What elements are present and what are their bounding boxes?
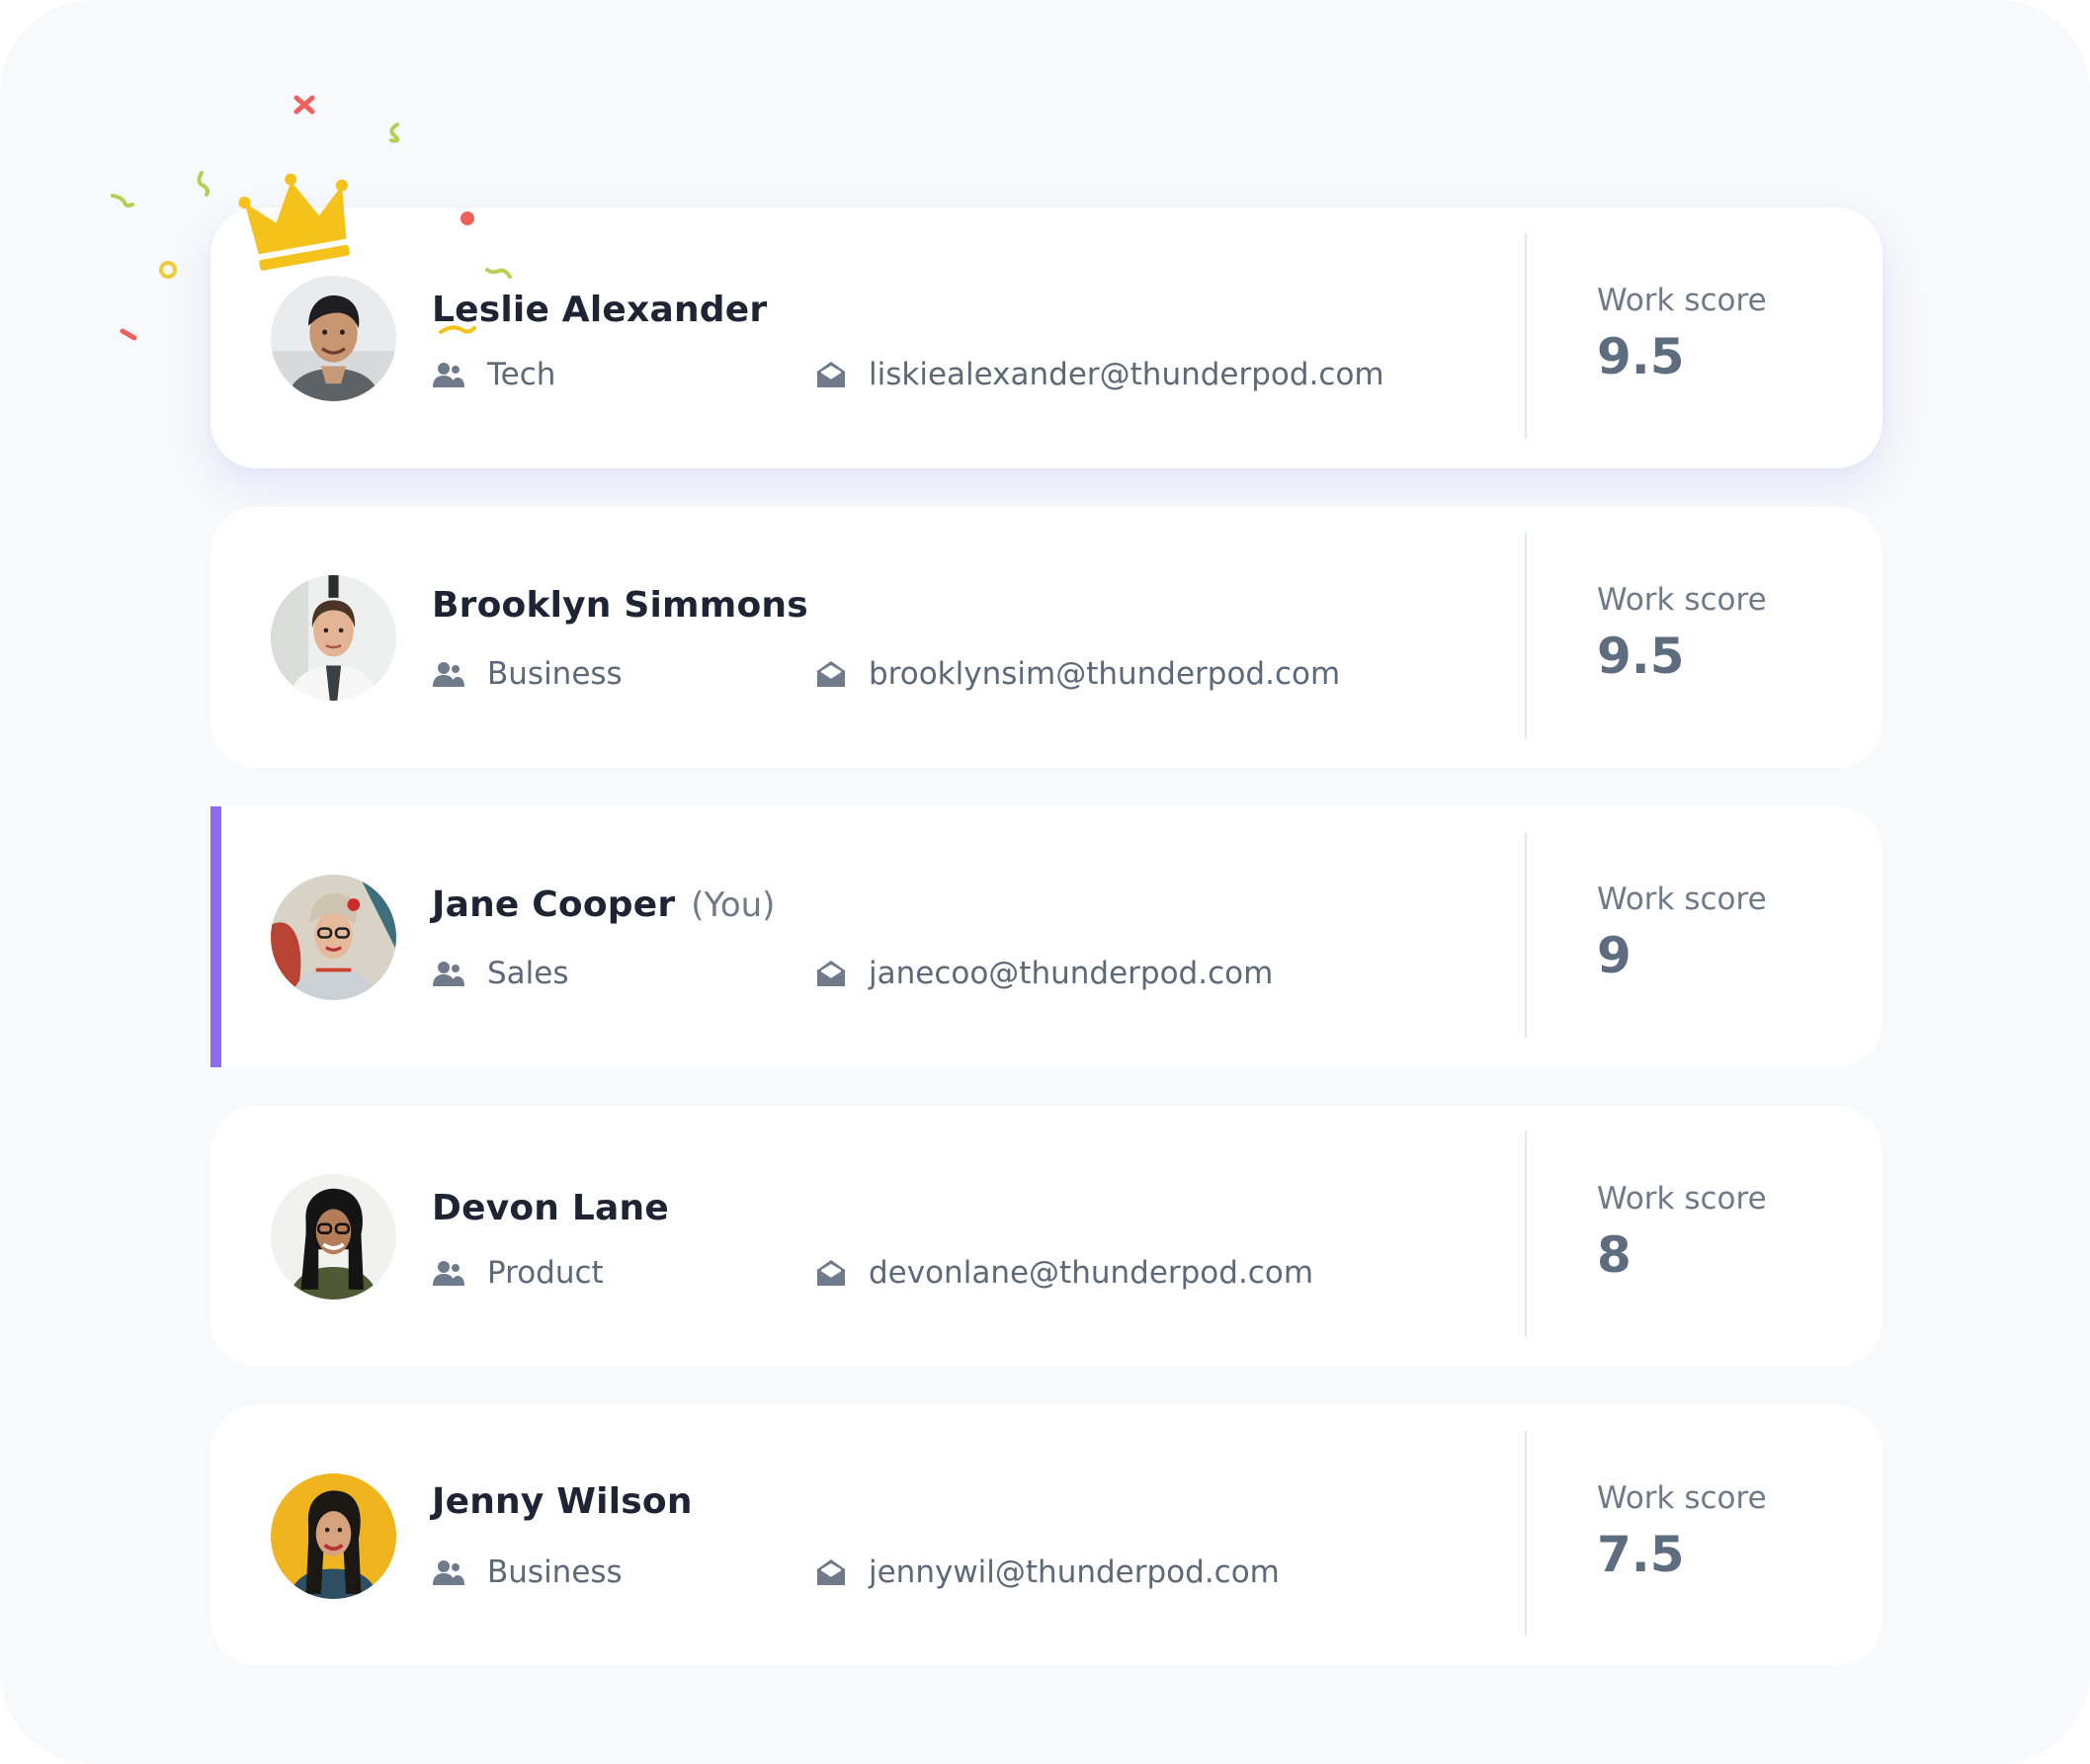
email-address[interactable]: janecoo@thunderpod.com [869, 956, 1273, 991]
leaderboard-row-3[interactable]: Jane Cooper (You) Sales janecoo@thunderpo… [210, 806, 1882, 1067]
open-envelope-icon [816, 961, 846, 986]
member-name: Devon Lane [432, 1188, 669, 1228]
department-label: Business [487, 1554, 623, 1590]
department: Business [432, 1553, 623, 1592]
open-envelope-icon [816, 1559, 846, 1585]
department: Product [432, 1253, 604, 1293]
leaderboard-row-1[interactable]: Leslie Alexander Tech liskiealexander@th… [210, 208, 1882, 468]
member-name: Jane Cooper [432, 884, 676, 925]
divider [1525, 533, 1527, 738]
department-label: Tech [487, 357, 556, 392]
member-name: Leslie Alexander [432, 290, 768, 330]
department-label: Business [487, 656, 623, 692]
department-label: Sales [487, 956, 569, 991]
avatar [271, 1473, 396, 1599]
divider [1525, 233, 1527, 439]
avatar [271, 875, 396, 1000]
score-value: 9.5 [1597, 328, 1685, 385]
score-value: 7.5 [1597, 1526, 1685, 1583]
department: Business [432, 654, 623, 694]
email-address[interactable]: jennywil@thunderpod.com [869, 1554, 1280, 1590]
you-tag: (You) [691, 885, 776, 925]
avatar [271, 575, 396, 701]
leaderboard-row-5[interactable]: Jenny Wilson Business jennywil@thunderpo… [210, 1405, 1882, 1666]
open-envelope-icon [816, 661, 846, 687]
email-address[interactable]: liskiealexander@thunderpod.com [869, 357, 1384, 392]
users-icon [433, 662, 464, 687]
score-value: 9 [1597, 927, 1631, 984]
email-address[interactable]: devonlane@thunderpod.com [869, 1255, 1313, 1291]
divider [1525, 832, 1527, 1038]
open-envelope-icon [816, 362, 846, 387]
email[interactable]: jennywil@thunderpod.com [815, 1553, 1280, 1592]
score-label: Work score [1597, 283, 1767, 318]
score-value: 9.5 [1597, 628, 1685, 685]
email[interactable]: devonlane@thunderpod.com [815, 1253, 1313, 1293]
email-address[interactable]: brooklynsim@thunderpod.com [869, 656, 1340, 692]
member-name: Jenny Wilson [432, 1481, 693, 1522]
department: Sales [432, 954, 569, 993]
avatar [271, 276, 396, 401]
divider [1525, 1431, 1527, 1637]
current-user-indicator [210, 806, 221, 1067]
leaderboard-panel: Leslie Alexander Tech liskiealexander@th… [0, 0, 2090, 1764]
avatar [271, 1174, 396, 1300]
email[interactable]: liskiealexander@thunderpod.com [815, 355, 1384, 394]
email[interactable]: brooklynsim@thunderpod.com [815, 654, 1340, 694]
member-name: Brooklyn Simmons [432, 585, 808, 626]
users-icon [433, 1261, 464, 1286]
score-label: Work score [1597, 1480, 1767, 1516]
divider [1525, 1132, 1527, 1337]
leaderboard-row-4[interactable]: Devon Lane Product devonlane@thunderpod.… [210, 1106, 1882, 1367]
score-label: Work score [1597, 1181, 1767, 1217]
open-envelope-icon [816, 1260, 846, 1286]
users-icon [433, 363, 464, 387]
users-icon [433, 1560, 464, 1585]
email[interactable]: janecoo@thunderpod.com [815, 954, 1273, 993]
score-label: Work score [1597, 882, 1767, 917]
leaderboard-row-2[interactable]: Brooklyn Simmons Business brooklynsim@th… [210, 507, 1882, 768]
score-label: Work score [1597, 582, 1767, 618]
department-label: Product [487, 1255, 604, 1291]
score-value: 8 [1597, 1226, 1631, 1284]
department: Tech [432, 355, 555, 394]
users-icon [433, 962, 464, 986]
